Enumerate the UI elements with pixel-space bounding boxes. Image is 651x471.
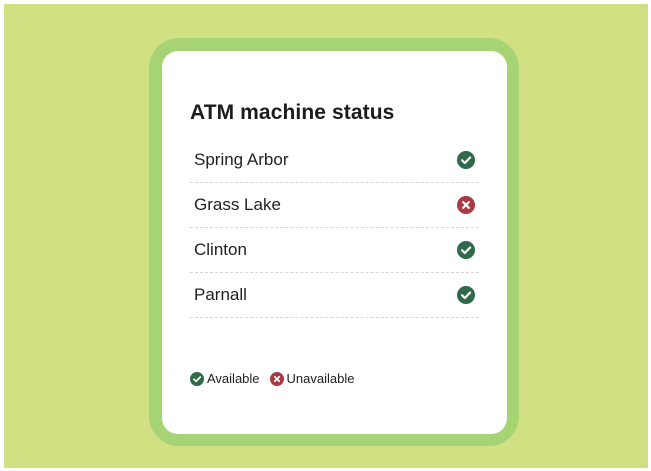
legend-available: Available bbox=[190, 371, 260, 386]
check-circle-icon bbox=[457, 241, 475, 259]
legend-unavailable: Unavailable bbox=[269, 371, 355, 386]
background: ATM machine status Spring Arbor Grass La… bbox=[4, 4, 648, 468]
atm-location-label: Grass Lake bbox=[194, 195, 281, 214]
atm-status-card: ATM machine status Spring Arbor Grass La… bbox=[162, 51, 507, 434]
x-circle-icon bbox=[269, 371, 284, 386]
check-circle-icon bbox=[457, 286, 475, 304]
check-circle-icon bbox=[190, 371, 204, 386]
card-frame: ATM machine status Spring Arbor Grass La… bbox=[149, 38, 519, 446]
list-item: Spring Arbor bbox=[190, 138, 479, 183]
list-item: Clinton bbox=[190, 228, 479, 273]
check-circle-icon bbox=[457, 151, 475, 169]
card-title: ATM machine status bbox=[190, 101, 395, 124]
atm-location-label: Parnall bbox=[194, 285, 247, 304]
list-item: Grass Lake bbox=[190, 183, 479, 228]
atm-location-label: Clinton bbox=[194, 240, 247, 259]
legend-unavailable-label: Unavailable bbox=[286, 371, 355, 386]
list-item: Parnall bbox=[190, 273, 479, 318]
x-circle-icon bbox=[457, 196, 475, 214]
legend: Available Unavailable bbox=[190, 371, 364, 386]
legend-available-label: Available bbox=[207, 371, 260, 386]
atm-location-label: Spring Arbor bbox=[194, 150, 289, 169]
atm-list: Spring Arbor Grass Lake Clinton Parnall bbox=[190, 138, 479, 318]
